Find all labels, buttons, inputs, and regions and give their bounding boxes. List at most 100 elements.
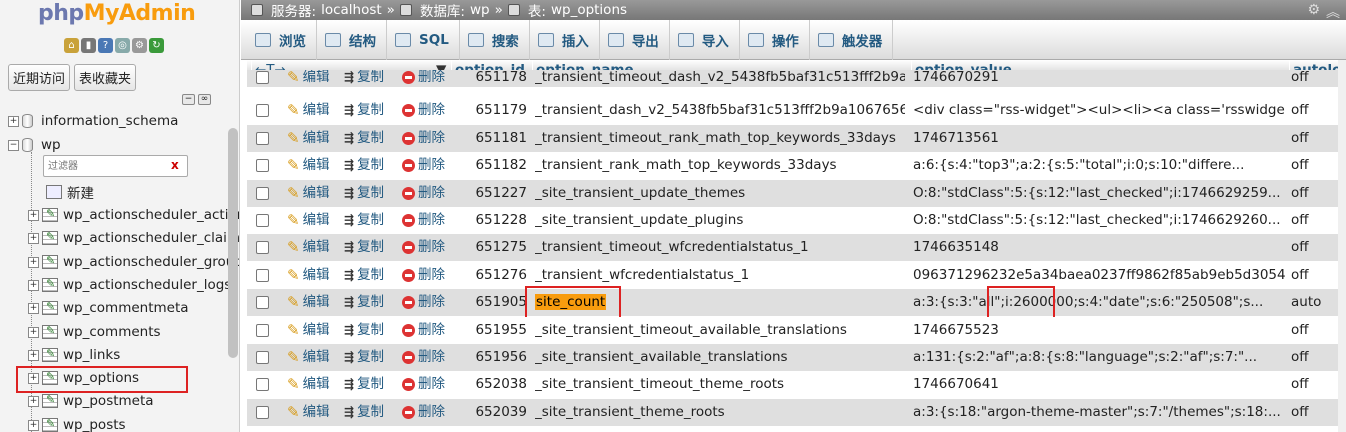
tab-operations[interactable]: 操作 — [740, 19, 810, 60]
cell-option-id[interactable]: 651178 — [453, 70, 527, 87]
copy-button[interactable]: ⇶ 复制 — [344, 317, 384, 344]
home-icon[interactable]: ⌂ — [64, 38, 79, 53]
expand-icon[interactable]: + — [28, 232, 39, 244]
expand-icon[interactable]: + — [28, 256, 39, 268]
delete-button[interactable]: 删除 — [402, 207, 445, 234]
tree-table[interactable]: +wp_postmeta — [28, 390, 154, 412]
copy-button[interactable]: ⇶ 复制 — [344, 371, 384, 398]
cell-option-id[interactable]: 651227 — [453, 180, 527, 207]
delete-button[interactable]: 删除 — [402, 371, 445, 398]
copy-button[interactable]: ⇶ 复制 — [344, 344, 384, 371]
cell-option-name[interactable]: _transient_timeout_rank_math_top_keyword… — [535, 125, 905, 152]
tree-table[interactable]: +wp_actionscheduler_claims — [28, 227, 239, 249]
row-checkbox[interactable] — [256, 296, 269, 310]
row-checkbox[interactable] — [256, 241, 269, 255]
delete-button[interactable]: 删除 — [402, 70, 445, 87]
settings-gear-icon[interactable]: ⚙ — [1307, 2, 1320, 22]
tree-table[interactable]: +wp_posts — [28, 414, 126, 432]
tree-table[interactable]: +wp_links — [28, 344, 120, 366]
db-label[interactable]: information_schema — [41, 113, 178, 129]
collapse-icon[interactable]: − — [8, 139, 19, 151]
edit-button[interactable]: ✎ 编辑 — [287, 289, 330, 316]
row-checkbox[interactable] — [256, 351, 269, 364]
edit-button[interactable]: ✎ 编辑 — [287, 152, 330, 179]
delete-button[interactable]: 删除 — [402, 234, 445, 261]
delete-button[interactable]: 删除 — [402, 317, 445, 344]
reload-icon[interactable]: ↻ — [149, 38, 164, 53]
edit-button[interactable]: ✎ 编辑 — [287, 262, 330, 289]
cell-option-name[interactable]: _transient_wfcredentialstatus_1 — [535, 262, 905, 289]
edit-button[interactable]: ✎ 编辑 — [287, 70, 330, 87]
delete-button[interactable]: 删除 — [402, 399, 445, 426]
row-checkbox[interactable] — [256, 159, 269, 173]
tree-db-information-schema[interactable]: + information_schema — [8, 110, 178, 132]
gear-icon[interactable]: ⚙ — [132, 38, 147, 53]
breadcrumb-database[interactable]: wp — [470, 2, 490, 18]
cell-option-name[interactable]: _site_transient_update_themes — [535, 180, 905, 207]
row-checkbox[interactable] — [256, 71, 269, 84]
favorites-button[interactable]: 表收藏夹 — [74, 64, 137, 91]
cell-option-name[interactable]: _site_transient_available_translations — [535, 344, 905, 371]
tree-table[interactable]: +wp_actionscheduler_actions — [28, 204, 239, 226]
copy-button[interactable]: ⇶ 复制 — [344, 97, 384, 124]
copy-button[interactable]: ⇶ 复制 — [344, 207, 384, 234]
copy-button[interactable]: ⇶ 复制 — [344, 399, 384, 426]
tab-search[interactable]: 搜索 — [460, 19, 530, 60]
cell-option-name[interactable]: _site_transient_theme_roots — [535, 399, 905, 426]
tab-import[interactable]: 导入 — [670, 19, 740, 60]
cell-option-value[interactable]: <div class="rss-widget"><ul><li><a class… — [913, 97, 1285, 124]
logout-icon[interactable]: ▮ — [81, 38, 96, 53]
cell-option-id[interactable]: 651905 — [453, 289, 527, 316]
cell-option-id[interactable]: 651182 — [453, 152, 527, 179]
tab-export[interactable]: 导出 — [600, 19, 670, 60]
row-checkbox[interactable] — [256, 378, 269, 392]
tab-sql[interactable]: SQL — [387, 19, 460, 60]
edit-button[interactable]: ✎ 编辑 — [287, 180, 330, 207]
cell-option-id[interactable]: 651179 — [453, 97, 527, 124]
cell-option-value[interactable]: 1746675523 — [913, 317, 1285, 344]
cell-option-value[interactable]: a:3:{s:3:"all";i:2600000;s:4:"date";s:6:… — [913, 289, 1285, 316]
copy-button[interactable]: ⇶ 复制 — [344, 289, 384, 316]
cell-option-name[interactable]: _transient_timeout_dash_v2_5438fb5baf31c… — [535, 70, 905, 87]
expand-icon[interactable]: + — [28, 395, 39, 407]
cell-option-value[interactable]: a:131:{s:2:"af";a:8:{s:8:"language";s:2:… — [913, 344, 1285, 371]
cell-option-id[interactable]: 651181 — [453, 125, 527, 152]
cell-option-name[interactable]: _transient_rank_math_top_keywords_33days — [535, 152, 905, 179]
copy-button[interactable]: ⇶ 复制 — [344, 234, 384, 261]
cell-option-id[interactable]: 651276 — [453, 262, 527, 289]
help-icon[interactable]: ? — [98, 38, 113, 53]
cell-option-name[interactable]: _transient_dash_v2_5438fb5baf31c513fff2b… — [535, 97, 905, 124]
cell-option-value[interactable]: 1746635148 — [913, 234, 1285, 261]
copy-button[interactable]: ⇶ 复制 — [344, 180, 384, 207]
table-filter-input[interactable] — [43, 155, 188, 177]
delete-button[interactable]: 删除 — [402, 289, 445, 316]
row-checkbox[interactable] — [256, 405, 269, 419]
copy-button[interactable]: ⇶ 复制 — [344, 262, 384, 289]
filter-clear-button[interactable]: x — [171, 158, 179, 172]
expand-icon[interactable]: + — [8, 115, 19, 127]
cell-option-id[interactable]: 651275 — [453, 234, 527, 261]
expand-icon[interactable]: + — [28, 326, 39, 338]
cell-option-id[interactable]: 651228 — [453, 207, 527, 234]
edit-button[interactable]: ✎ 编辑 — [287, 125, 330, 152]
cell-option-value[interactable]: a:3:{s:18:"argon-theme-master";s:7:"/the… — [913, 399, 1285, 426]
tab-browse[interactable]: 浏览 — [247, 19, 317, 60]
sidebar-scrollbar[interactable] — [228, 128, 238, 358]
cell-option-id[interactable]: 651955 — [453, 317, 527, 344]
edit-button[interactable]: ✎ 编辑 — [287, 344, 330, 371]
cell-option-value[interactable]: O:8:"stdClass":5:{s:12:"last_checked";i:… — [913, 180, 1285, 207]
cell-option-value[interactable]: 096371296232e5a34baea0237ff9862f85ab9eb5… — [913, 262, 1285, 289]
tab-structure[interactable]: 结构 — [317, 19, 387, 60]
cell-option-id[interactable]: 651956 — [453, 344, 527, 371]
cell-option-name[interactable]: _site_transient_timeout_available_transl… — [535, 317, 905, 344]
row-checkbox[interactable] — [256, 131, 269, 145]
edit-button[interactable]: ✎ 编辑 — [287, 399, 330, 426]
row-checkbox[interactable] — [256, 214, 269, 227]
db-label[interactable]: wp — [41, 137, 61, 153]
cell-option-id[interactable]: 652039 — [453, 399, 527, 426]
expand-icon[interactable]: + — [28, 349, 39, 361]
delete-button[interactable]: 删除 — [402, 125, 445, 152]
cell-option-name[interactable]: _site_transient_timeout_theme_roots — [535, 371, 905, 398]
delete-button[interactable]: 删除 — [402, 344, 445, 371]
breadcrumb-table[interactable]: wp_options — [551, 2, 627, 18]
